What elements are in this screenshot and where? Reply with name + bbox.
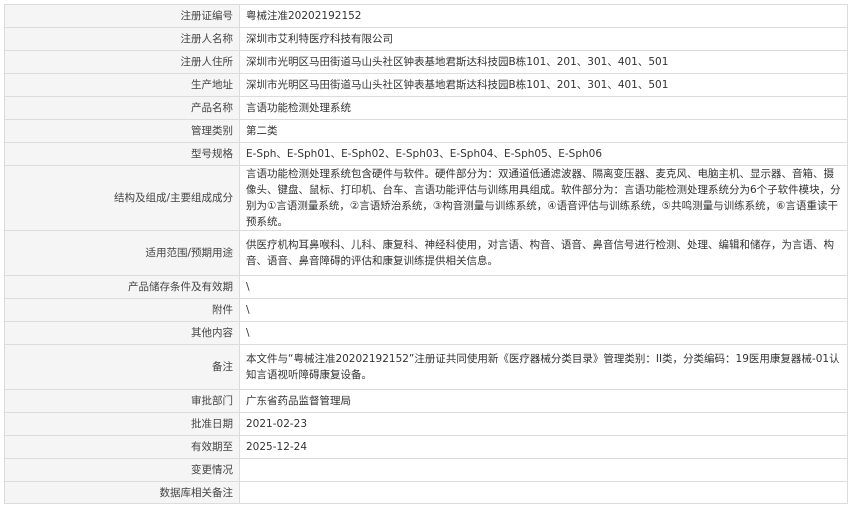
field-value: 本文件与“粤械注准20202192152”注册证共同使用新《医疗器械分类目录》管…	[239, 344, 848, 390]
field-value: 深圳市光明区马田街道马山头社区钟表基地君斯达科技园B栋101、201、301、4…	[239, 50, 848, 74]
field-label: 注册人名称	[4, 27, 240, 51]
field-value: \	[239, 275, 848, 299]
field-value: 粤械注准20202192152	[239, 4, 848, 28]
field-value	[239, 481, 848, 504]
field-label: 产品名称	[4, 96, 240, 120]
field-row-other-content: 其他内容 \	[4, 321, 848, 345]
field-label: 批准日期	[4, 412, 240, 436]
field-row-intended-use: 适用范围/预期用途 供医疗机构耳鼻喉科、儿科、康复科、神经科使用，对言语、构音、…	[4, 230, 848, 276]
field-label: 型号规格	[4, 142, 240, 166]
field-value: \	[239, 298, 848, 322]
field-label: 有效期至	[4, 435, 240, 459]
field-row-reg-no: 注册证编号 粤械注准20202192152	[4, 4, 848, 28]
field-value	[239, 458, 848, 482]
field-value: 2025-12-24	[239, 435, 848, 459]
field-label: 数据库相关备注	[4, 481, 240, 504]
field-label: 注册证编号	[4, 4, 240, 28]
field-row-structure-composition: 结构及组成/主要组成成分 言语功能检测处理系统包含硬件与软件。硬件部分为：双通道…	[4, 165, 848, 231]
field-row-approval-date: 批准日期 2021-02-23	[4, 412, 848, 436]
field-value: 言语功能检测处理系统	[239, 96, 848, 120]
field-row-registrant-name: 注册人名称 深圳市艾利特医疗科技有限公司	[4, 27, 848, 51]
field-value: 广东省药品监督管理局	[239, 389, 848, 413]
field-row-valid-until: 有效期至 2025-12-24	[4, 435, 848, 459]
field-value: \	[239, 321, 848, 345]
field-row-management-class: 管理类别 第二类	[4, 119, 848, 143]
field-label: 产品储存条件及有效期	[4, 275, 240, 299]
field-value: 深圳市艾利特医疗科技有限公司	[239, 27, 848, 51]
field-row-approval-dept: 审批部门 广东省药品监督管理局	[4, 389, 848, 413]
field-value: 言语功能检测处理系统包含硬件与软件。硬件部分为：双通道低通滤波器、隔离变压器、麦…	[239, 165, 848, 231]
field-label: 附件	[4, 298, 240, 322]
field-label: 变更情况	[4, 458, 240, 482]
field-label: 审批部门	[4, 389, 240, 413]
field-row-db-notes: 数据库相关备注	[4, 481, 848, 504]
field-label: 注册人住所	[4, 50, 240, 74]
field-value: 第二类	[239, 119, 848, 143]
field-row-registrant-address: 注册人住所 深圳市光明区马田街道马山头社区钟表基地君斯达科技园B栋101、201…	[4, 50, 848, 74]
field-value: E-Sph、E-Sph01、E-Sph02、E-Sph03、E-Sph04、E-…	[239, 142, 848, 166]
field-label: 生产地址	[4, 73, 240, 97]
field-label: 其他内容	[4, 321, 240, 345]
field-row-production-address: 生产地址 深圳市光明区马田街道马山头社区钟表基地君斯达科技园B栋101、201、…	[4, 73, 848, 97]
field-row-attachment: 附件 \	[4, 298, 848, 322]
field-label: 适用范围/预期用途	[4, 230, 240, 276]
field-value: 2021-02-23	[239, 412, 848, 436]
field-row-remarks: 备注 本文件与“粤械注准20202192152”注册证共同使用新《医疗器械分类目…	[4, 344, 848, 390]
field-label: 管理类别	[4, 119, 240, 143]
field-label: 结构及组成/主要组成成分	[4, 165, 240, 231]
field-value: 深圳市光明区马田街道马山头社区钟表基地君斯达科技园B栋101、201、301、4…	[239, 73, 848, 97]
field-value: 供医疗机构耳鼻喉科、儿科、康复科、神经科使用，对言语、构音、语音、鼻音信号进行检…	[239, 230, 848, 276]
field-row-change-status: 变更情况	[4, 458, 848, 482]
field-row-storage-validity: 产品储存条件及有效期 \	[4, 275, 848, 299]
registration-record-table: 注册证编号 粤械注准20202192152 注册人名称 深圳市艾利特医疗科技有限…	[4, 4, 848, 504]
field-row-product-name: 产品名称 言语功能检测处理系统	[4, 96, 848, 120]
field-row-model-spec: 型号规格 E-Sph、E-Sph01、E-Sph02、E-Sph03、E-Sph…	[4, 142, 848, 166]
field-label: 备注	[4, 344, 240, 390]
